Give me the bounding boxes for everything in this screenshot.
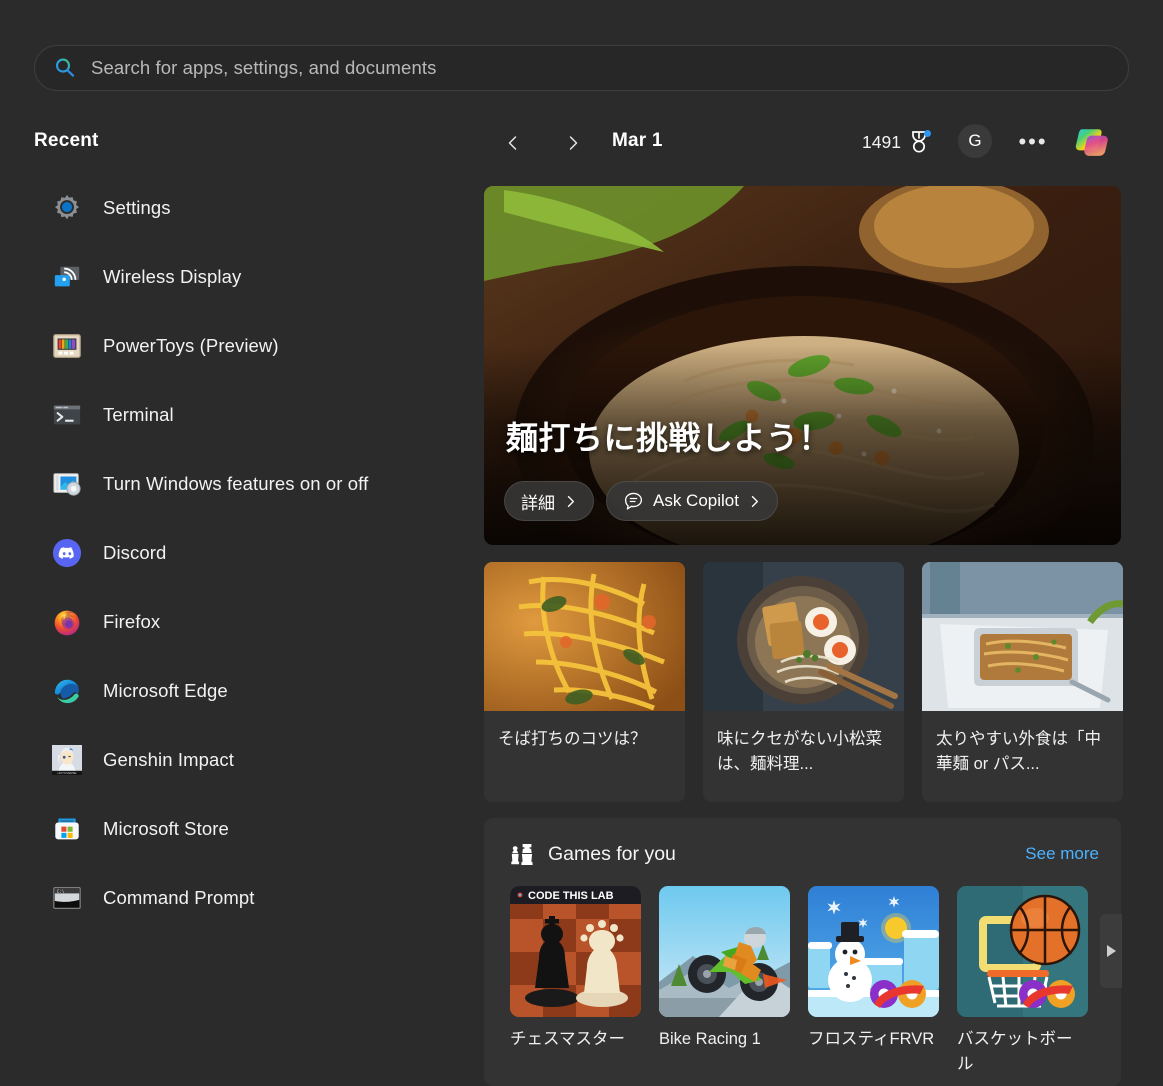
article-caption: 味にクセがない小松菜は、麺料理...: [717, 730, 882, 773]
sidebar-item-label: Microsoft Edge: [103, 680, 228, 701]
discord-icon: [52, 538, 82, 568]
games-header: Games for you See more: [510, 842, 1099, 866]
firefox-icon: [52, 607, 82, 637]
rewards-medal-icon: [908, 130, 931, 154]
sidebar-item-label: Genshin Impact: [103, 749, 234, 770]
sidebar-item-label: PowerToys (Preview): [103, 335, 279, 356]
article-card[interactable]: 太りやすい外食は「中華麺 or パス...: [922, 562, 1123, 802]
powertoys-icon: [52, 331, 82, 361]
game-tile[interactable]: バスケットボール: [957, 886, 1088, 1077]
search-bar[interactable]: [34, 45, 1129, 91]
sidebar-item-windows-features[interactable]: Turn Windows features on or off: [40, 458, 470, 510]
recent-heading: Recent: [34, 130, 99, 151]
game-tile-art: [659, 886, 790, 1017]
rewards-points-button[interactable]: 1491: [862, 130, 931, 154]
copilot-button[interactable]: [1068, 120, 1114, 166]
chevron-right-icon: [751, 495, 758, 507]
chevron-left-icon: [508, 136, 517, 150]
games-scroll-next-button[interactable]: [1100, 914, 1122, 988]
feed-next-button[interactable]: [556, 126, 590, 160]
game-tile-art: [808, 886, 939, 1017]
chevron-right-icon: [567, 495, 574, 507]
article-cards-row: そば打ちのコツは？ 味にクセがない小松菜は、麺料理... 太りやすい外食は「中華…: [484, 562, 1123, 802]
sidebar-item-genshin-impact[interactable]: HOYOVERSE Genshin Impact: [40, 734, 470, 786]
sidebar-item-label: Terminal: [103, 404, 174, 425]
game-tile[interactable]: Bike Racing 1: [659, 886, 790, 1077]
sidebar-item-label: Turn Windows features on or off: [103, 473, 369, 494]
games-for-you-panel: Games for you See more CODE THIS LAB チェス…: [484, 818, 1122, 1086]
rewards-points-value: 1491: [862, 131, 901, 152]
game-tile-name: Bike Racing 1: [659, 1030, 761, 1048]
windows-features-icon: [52, 469, 82, 499]
microsoft-store-icon: [52, 814, 82, 844]
game-tile-art: [957, 886, 1088, 1017]
article-thumbnail: [922, 562, 1123, 711]
recent-apps-list: Settings Wireless Display PowerToys (Pre…: [40, 182, 470, 941]
hero-feed-card[interactable]: 麺打ちに挑戦しよう！ 詳細 Ask Copilot: [484, 186, 1121, 545]
article-card[interactable]: そば打ちのコツは？: [484, 562, 685, 802]
wireless-display-icon: [52, 262, 82, 292]
copilot-icon: [1075, 129, 1108, 156]
sidebar-item-label: Discord: [103, 542, 167, 563]
sidebar-item-label: Command Prompt: [103, 887, 255, 908]
ask-copilot-button[interactable]: Ask Copilot: [606, 481, 778, 521]
article-caption: 太りやすい外食は「中華麺 or パス...: [936, 730, 1101, 773]
sidebar-item-microsoft-store[interactable]: Microsoft Store: [40, 803, 470, 855]
hero-details-button[interactable]: 詳細: [504, 481, 594, 521]
see-more-link[interactable]: See more: [1025, 844, 1099, 864]
user-avatar[interactable]: G: [958, 124, 992, 158]
start-menu-window: Recent Settings: [0, 0, 1163, 1086]
hero-details-label: 詳細: [521, 493, 555, 513]
chat-bubble-icon: [624, 492, 643, 510]
chevron-right-icon: [569, 136, 578, 150]
article-thumbnail: [484, 562, 685, 711]
feed-previous-button[interactable]: [496, 126, 530, 160]
sidebar-item-label: Microsoft Store: [103, 818, 229, 839]
article-card[interactable]: 味にクセがない小松菜は、麺料理...: [703, 562, 904, 802]
game-tile[interactable]: フロスティFRVR: [808, 886, 939, 1077]
more-options-button[interactable]: •••: [1017, 128, 1049, 156]
article-thumbnail: [703, 562, 904, 711]
terminal-icon: [52, 400, 82, 430]
search-icon: [55, 58, 75, 77]
hero-title: 麺打ちに挑戦しよう！: [506, 420, 832, 456]
edge-icon: [52, 676, 82, 706]
sidebar-item-microsoft-edge[interactable]: Microsoft Edge: [40, 665, 470, 717]
sidebar-item-wireless-display[interactable]: Wireless Display: [40, 251, 470, 303]
game-tile-name: チェスマスター: [510, 1030, 626, 1048]
search-input[interactable]: [91, 57, 1110, 79]
sidebar-item-command-prompt[interactable]: C:\ Command Prompt: [40, 872, 470, 924]
games-tiles-row: CODE THIS LAB チェスマスター Bike Racing 1 フロステ…: [510, 886, 1088, 1077]
games-title: Games for you: [548, 842, 676, 865]
sidebar-item-label: Firefox: [103, 611, 161, 632]
ask-copilot-label: Ask Copilot: [653, 491, 739, 510]
game-tile[interactable]: CODE THIS LAB チェスマスター: [510, 886, 641, 1077]
article-caption: そば打ちのコツは？: [498, 730, 647, 748]
chess-pieces-icon: [511, 844, 533, 865]
genshin-impact-icon: HOYOVERSE: [52, 745, 82, 775]
sidebar-item-powertoys[interactable]: PowerToys (Preview): [40, 320, 470, 372]
feed-date-label: Mar 1: [612, 130, 663, 151]
play-triangle-icon: [1106, 945, 1116, 957]
game-tile-name: フロスティFRVR: [808, 1030, 935, 1048]
sidebar-item-settings[interactable]: Settings: [40, 182, 470, 234]
sidebar-item-label: Settings: [103, 197, 171, 218]
hero-actions: 詳細 Ask Copilot: [504, 481, 778, 521]
svg-text:HOYOVERSE: HOYOVERSE: [57, 771, 76, 775]
svg-text:CODE THIS LAB: CODE THIS LAB: [528, 890, 614, 902]
game-tile-name: バスケットボール: [957, 1030, 1073, 1073]
rewards-notification-dot: [923, 130, 931, 137]
command-prompt-icon: C:\: [52, 883, 82, 913]
sidebar-item-label: Wireless Display: [103, 266, 242, 287]
sidebar-item-terminal[interactable]: Terminal: [40, 389, 470, 441]
sidebar-item-discord[interactable]: Discord: [40, 527, 470, 579]
settings-gear-icon: [52, 193, 82, 223]
game-tile-art: CODE THIS LAB: [510, 886, 641, 1017]
sidebar-item-firefox[interactable]: Firefox: [40, 596, 470, 648]
